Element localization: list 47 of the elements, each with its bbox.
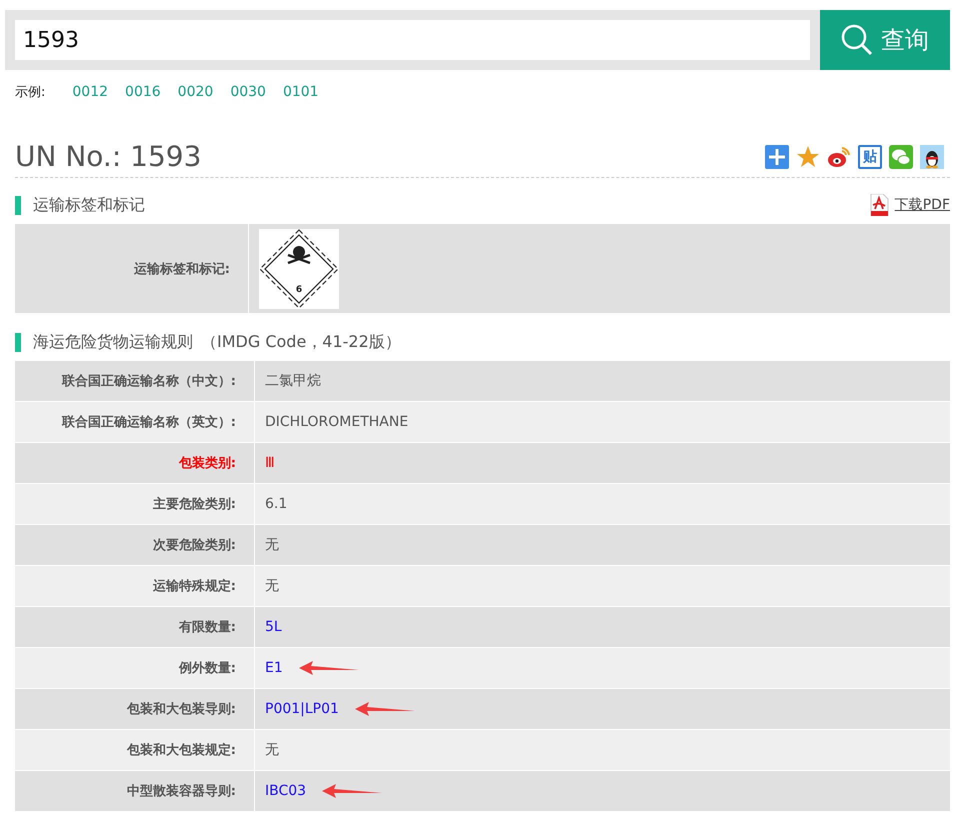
field-label: 联合国正确运输名称（中文）: <box>15 361 255 401</box>
value-link[interactable]: 5L <box>265 619 282 635</box>
field-label: 例外数量: <box>15 648 255 688</box>
share-icon[interactable]: 贴 <box>858 144 882 168</box>
download-pdf-link[interactable]: 下载PDF <box>894 196 950 214</box>
search-icon <box>841 24 873 56</box>
page-title: UN No.: 1593 <box>15 140 202 173</box>
star-icon[interactable] <box>796 144 820 168</box>
section-marker <box>15 196 21 214</box>
field-label: 中型散装容器导则: <box>15 771 255 811</box>
field-label: 有限数量: <box>15 607 255 647</box>
table-cell: 运输标签和标记: <box>15 224 249 313</box>
field-label: 包装和大包装规定: <box>15 730 255 770</box>
value-link[interactable]: E1 <box>265 660 283 676</box>
value-link[interactable]: P001|LP01 <box>265 701 339 717</box>
search-button[interactable]: 查询 <box>820 10 950 70</box>
field-value: 6.1 <box>265 496 288 512</box>
section-heading: 海运危险货物运输规则 <box>33 332 193 352</box>
example-link[interactable]: 0012 <box>72 84 108 100</box>
section-note: （IMDG Code，41-22版） <box>201 332 401 352</box>
hazard-label-drawing: 6 <box>259 229 339 309</box>
example-link[interactable]: 0030 <box>230 84 266 100</box>
penguin-icon[interactable] <box>920 144 944 168</box>
example-link[interactable]: 0101 <box>282 84 319 100</box>
pdf-icon[interactable] <box>868 194 889 216</box>
example-link[interactable]: 0016 <box>125 84 161 100</box>
swirl-icon[interactable] <box>827 144 851 168</box>
search-field[interactable]: 1593 <box>15 20 810 60</box>
examples-label: 示例: <box>15 84 46 101</box>
field-value: DICHLOROMETHANE <box>265 414 408 430</box>
field-label: 包装和大包装导则: <box>15 689 255 729</box>
field-label: 主要危险类别: <box>15 484 255 524</box>
field-label: 联合国正确运输名称（英文）: <box>15 402 255 442</box>
field-label: 次要危险类别: <box>15 525 255 565</box>
chat-icon[interactable] <box>889 144 913 168</box>
field-value: Ⅲ <box>265 455 275 471</box>
field-value: 无 <box>265 741 279 759</box>
field-label: 运输特殊规定: <box>15 566 255 606</box>
field-label: 包装类别: <box>15 443 255 483</box>
section-marker <box>15 332 21 352</box>
example-link[interactable]: 0020 <box>178 84 214 100</box>
field-value: 无 <box>265 577 279 595</box>
section-heading: 运输标签和标记 <box>33 194 145 216</box>
plus-icon[interactable] <box>765 144 789 168</box>
field-value: 二氯甲烷 <box>265 372 321 390</box>
value-link[interactable]: IBC03 <box>265 783 306 799</box>
field-value: 无 <box>265 536 279 554</box>
